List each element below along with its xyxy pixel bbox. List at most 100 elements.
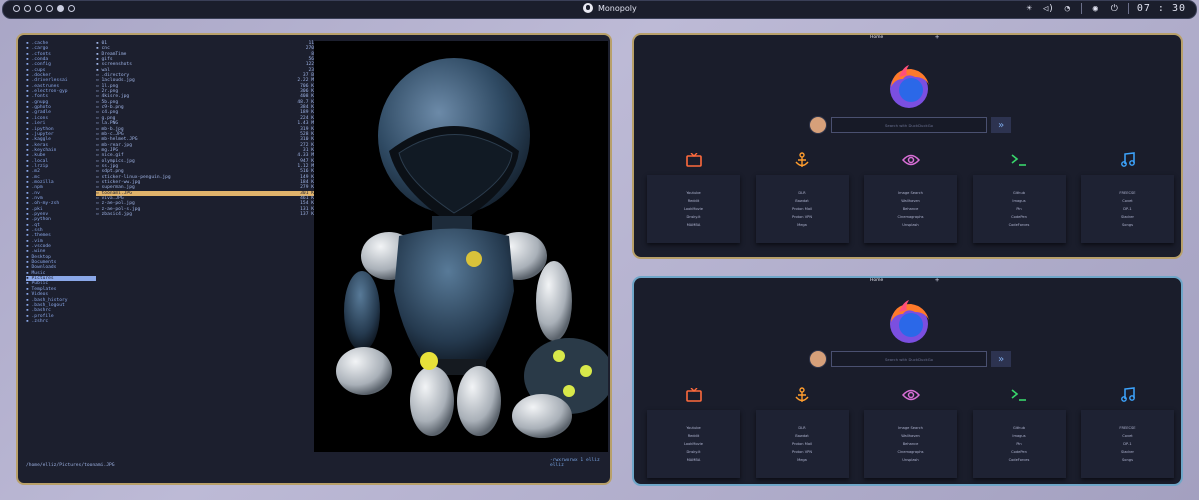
bookmark-link[interactable]: CodeForces [1009,458,1030,462]
robot-preview-image [314,41,608,452]
bookmark-link[interactable]: Github [1013,191,1025,195]
search-button[interactable]: » [991,351,1011,367]
bookmark-link[interactable]: Behance [903,442,919,446]
search-button[interactable]: » [991,117,1011,133]
bookmark-link[interactable]: CodeForces [1009,223,1030,227]
bookmark-link[interactable]: DP-1 [1123,207,1131,211]
bookmark-link[interactable]: Wallhaven [901,199,920,203]
bookmark-category: Youtube Reddit LookMovie Dnsky.it MAMBA [647,384,740,478]
music-icon [1120,384,1135,406]
bookmark-card: FREECSE Covet DP-1 Slacker Songs [1081,175,1174,243]
bookmark-card: DLR Bawdat Proton Mail Proton VPN Mega [755,175,849,243]
bookmark-link[interactable]: Cinemagraphs [897,450,923,454]
bookmark-link[interactable]: Songs [1122,223,1133,227]
bookmark-link[interactable]: Dnsky.it [686,450,700,454]
search-row: Search with DuckDuckGo » [809,349,1011,369]
bookmark-link[interactable]: Youtube [686,426,700,430]
app-logo-icon [583,3,593,13]
bookmark-link[interactable]: Songs [1122,458,1133,462]
bookmark-link[interactable]: Github [1013,426,1025,430]
bookmark-link[interactable]: CodePen [1011,450,1027,454]
bookmark-link[interactable]: LookMovie [684,207,703,211]
bookmark-link[interactable]: Cinemagraphs [897,215,923,219]
bookmark-link[interactable]: DLR [798,426,805,430]
window-title-text: Monopoly [598,3,637,13]
bookmark-category: DLR Bawdat Proton Mail Proton VPN Mega [755,149,849,243]
bookmark-category: FREECSE Covet DP-1 Slacker Songs [1081,384,1174,478]
bookmark-link[interactable]: MAMBA [687,458,701,462]
workspace-2-dot[interactable] [24,5,31,12]
bookmark-link[interactable]: Slacker [1121,215,1134,219]
bookmark-link[interactable]: DP-1 [1123,442,1131,446]
bookmark-link[interactable]: Mega [797,223,807,227]
bookmark-link[interactable]: Bawdat [795,434,809,438]
anchor-icon [794,149,810,171]
bookmark-link[interactable]: LookMovie [684,442,703,446]
tray-divider [1127,3,1129,14]
bookmark-link[interactable]: Unsplash [902,458,918,462]
bookmark-link[interactable]: Proton VPN [792,450,812,454]
volume-icon[interactable]: ◁) [1043,3,1054,14]
workspace-4-dot[interactable] [46,5,53,12]
bookmark-link[interactable]: Dnsky.it [686,215,700,219]
bookmark-link[interactable]: Proton Mail [792,207,812,211]
bookmark-card: Youtube Reddit LookMovie Dnsky.it MAMBA [647,410,740,478]
power-icon[interactable]: ⏻ [1109,3,1120,14]
wifi-icon[interactable]: ◔ [1062,3,1073,14]
workspace-6-dot[interactable] [68,5,75,12]
file-manager-window[interactable]: ▪ .cache ▪ .cargo ▪ .cfonts ▪ .conda ▪ .conf… [16,33,612,485]
workspace-1-dot[interactable] [13,5,20,12]
workspace-3-dot[interactable] [35,5,42,12]
bookmark-link[interactable]: Image Search [898,426,923,430]
search-input[interactable]: Search with DuckDuckGo [831,351,987,367]
bookmark-link[interactable]: FREECSE [1119,191,1135,195]
bookmark-link[interactable]: Reddit [688,199,700,203]
bookmark-link[interactable]: Proton Mail [792,442,812,446]
browser-window-top[interactable]: Home + Search with DuckDuckGo » Youtube R… [632,33,1183,259]
file-name: ▫ zbasic4.jpg [96,212,132,217]
system-tray: ☀ ◁) ◔ ◉ ⏻ 07 : 30 [1024,3,1186,14]
bookmark-link[interactable]: Bawdat [795,199,809,203]
workspace-5-dot[interactable] [57,5,64,12]
avatar [809,350,827,368]
new-tab-button[interactable]: + [935,278,939,284]
window-title: Monopoly [583,3,637,13]
record-icon[interactable]: ◉ [1090,3,1101,14]
bookmark-link[interactable]: Imagus [1012,199,1025,203]
directory-item[interactable]: ▪ .zshrc [26,319,96,324]
bookmark-link[interactable]: FREECSE [1119,426,1135,430]
new-tab-button[interactable]: + [935,35,939,41]
bookmark-categories: Youtube Reddit LookMovie Dnsky.it MAMBA DLR Ba… [647,384,1174,478]
file-size: 137 K [300,212,314,217]
browser-window-bottom[interactable]: Home + Search with DuckDuckGo » Youtube R… [632,276,1183,486]
bookmark-link[interactable]: Proton VPN [792,215,812,219]
tv-icon [685,149,702,171]
tab-home[interactable]: Home [870,35,883,40]
bookmark-link[interactable]: Imagus [1012,434,1025,438]
bookmark-link[interactable]: Covet [1122,199,1132,203]
bookmark-card: Github Imagus Pin CodePen CodeForces [972,175,1066,243]
bookmark-link[interactable]: DLR [798,191,805,195]
file-item[interactable]: ▫ zbasic4.jpg 137 K [96,212,314,217]
bookmark-link[interactable]: Reddit [688,434,700,438]
bookmark-link[interactable]: Youtube [686,191,700,195]
bookmark-link[interactable]: Behance [903,207,919,211]
bookmark-link[interactable]: MAMBA [687,223,701,227]
bookmark-link[interactable]: Image Search [898,191,923,195]
bookmark-link[interactable]: CodePen [1011,215,1027,219]
clock: 07 : 30 [1136,3,1186,14]
firefox-logo-icon [890,65,929,108]
bookmark-link[interactable]: Pin [1016,207,1021,211]
bookmark-category: Github Imagus Pin CodePen CodeForces [972,149,1066,243]
directory-column: ▪ .cache ▪ .cargo ▪ .cfonts ▪ .conda ▪ .conf… [26,41,96,324]
bookmark-link[interactable]: Wallhaven [901,434,920,438]
brightness-icon[interactable]: ☀ [1024,3,1035,14]
bookmark-link[interactable]: Mega [797,458,807,462]
bookmark-category: Youtube Reddit LookMovie Dnsky.it MAMBA [647,149,740,243]
bookmark-link[interactable]: Covet [1122,434,1132,438]
search-input[interactable]: Search with DuckDuckGo [831,117,987,133]
bookmark-link[interactable]: Unsplash [902,223,918,227]
bookmark-link[interactable]: Pin [1016,442,1021,446]
bookmark-link[interactable]: Slacker [1121,450,1134,454]
tab-home[interactable]: Home [870,278,883,283]
